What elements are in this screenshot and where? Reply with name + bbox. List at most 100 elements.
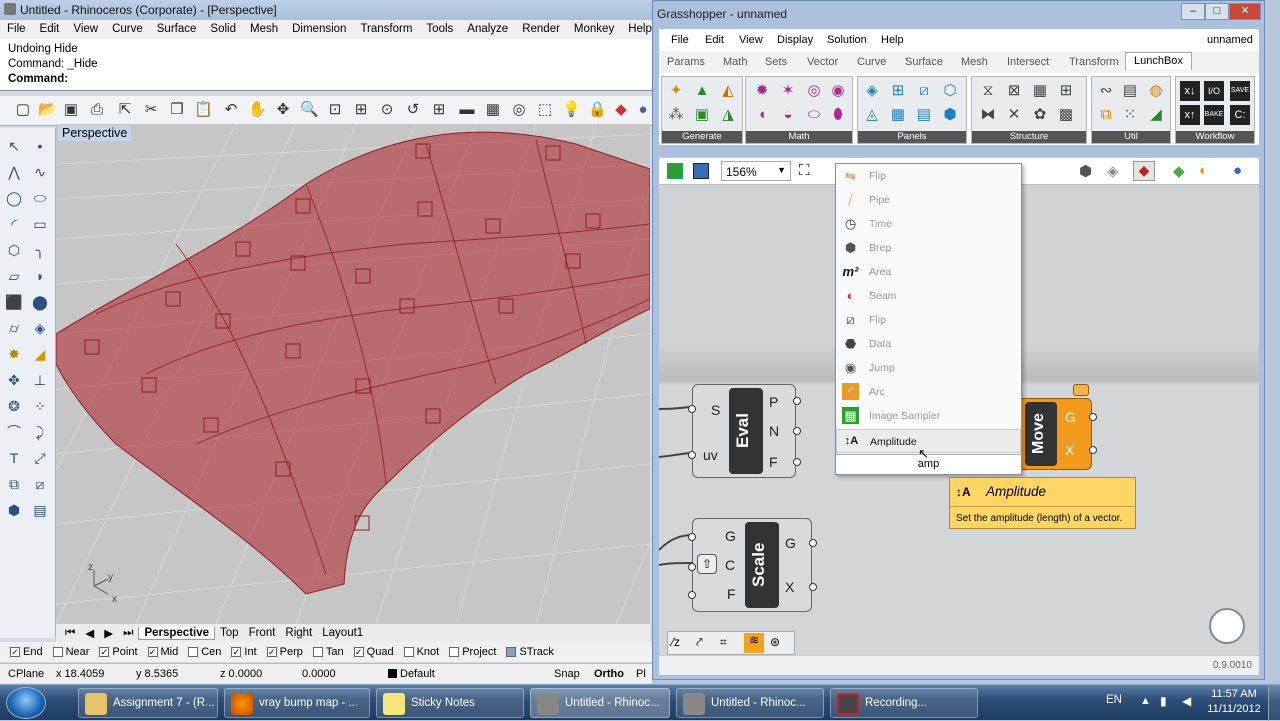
osnap-mid-checkbox[interactable]: ✓ <box>147 647 158 657</box>
diagrid-icon[interactable]: ⊠ <box>1004 81 1024 101</box>
sphere-icon[interactable]: ⬤ <box>30 292 50 312</box>
preview-wire-icon[interactable]: ◈ <box>1107 162 1119 180</box>
tab-vector[interactable]: Vector <box>807 56 838 68</box>
menu-mesh[interactable]: Mesh <box>243 20 285 39</box>
gh-menu-edit[interactable]: Edit <box>705 34 724 46</box>
diagonal-panel-icon[interactable]: ⧄ <box>914 81 934 101</box>
math-sun-icon[interactable]: ✹ <box>752 81 772 101</box>
car-icon[interactable]: ▬ <box>458 101 476 119</box>
box-icon[interactable]: ⬛ <box>4 292 24 312</box>
lock-icon[interactable]: 🔒 <box>588 101 607 119</box>
output-port[interactable] <box>793 458 801 466</box>
curve-icon[interactable]: ∿ <box>30 162 50 182</box>
structure-1-icon[interactable]: ⊞ <box>1056 81 1076 101</box>
snap-toggle[interactable]: Snap <box>554 668 580 680</box>
menu-dimension[interactable]: Dimension <box>285 20 353 39</box>
export-icon[interactable]: ⇱ <box>116 101 134 119</box>
c-drive-icon[interactable]: C: <box>1230 105 1250 125</box>
layout-icon[interactable]: ▤ <box>30 500 50 520</box>
search-result-item[interactable]: ⬢ Brep <box>836 236 1021 260</box>
gh-menu-solution[interactable]: Solution <box>827 34 867 46</box>
cube-icon[interactable]: ⬢ <box>4 500 24 520</box>
four-viewports-icon[interactable]: ⊞ <box>430 101 448 119</box>
red-surface[interactable] <box>56 131 650 595</box>
triangle-panel-icon[interactable]: ▲ <box>692 81 712 101</box>
zoom-extents-icon[interactable]: ⊞ <box>352 101 370 119</box>
cut-icon[interactable]: ✂ <box>142 101 160 119</box>
lattice-icon[interactable]: ⧓ <box>978 105 998 125</box>
clock-time[interactable]: 11:57 AM <box>1206 688 1262 700</box>
osnap-knot-checkbox[interactable] <box>403 647 414 657</box>
output-port[interactable] <box>1089 413 1097 421</box>
box-frame-icon[interactable]: ▣ <box>692 105 712 125</box>
taskbar-item[interactable]: Assignment 7 - (R... <box>78 688 218 718</box>
truss-icon[interactable]: ⧖ <box>978 81 998 101</box>
tab-transform[interactable]: Transform <box>1069 56 1119 68</box>
command-prompt[interactable]: Command: <box>8 72 644 87</box>
math-lens-icon[interactable]: ⬭ <box>804 105 824 125</box>
osnap-perp-checkbox[interactable]: ✓ <box>266 647 277 657</box>
excel-import-icon[interactable]: x↑ <box>1180 105 1200 125</box>
output-port[interactable] <box>1089 446 1097 454</box>
save-icon[interactable]: ▣ <box>62 101 80 119</box>
tab-surface[interactable]: Surface <box>905 56 943 68</box>
navigation-compass-icon[interactable] <box>1209 608 1245 644</box>
osnap-project-checkbox[interactable] <box>449 647 460 657</box>
tab-nav-next-icon[interactable]: ▶ <box>99 626 118 640</box>
structure-2-icon[interactable]: ▩ <box>1056 105 1076 125</box>
transform-icon[interactable]: ✸ <box>4 344 24 364</box>
osnap-cen-checkbox[interactable] <box>188 647 199 657</box>
analyze-icon[interactable]: ◢ <box>30 344 50 364</box>
planar-toggle[interactable]: Pl <box>636 668 646 680</box>
save-workflow-icon[interactable]: SAVE <box>1230 81 1250 101</box>
ellipse-icon[interactable]: ⬭ <box>30 188 50 208</box>
output-port[interactable] <box>793 397 801 405</box>
bake-icon[interactable]: BAKE <box>1204 105 1224 125</box>
tab-lunchbox[interactable]: LunchBox <box>1125 52 1192 70</box>
explode-icon[interactable]: ⤢ <box>30 448 50 468</box>
osnap-strack-checkbox[interactable] <box>506 647 517 657</box>
open-file-icon[interactable] <box>667 163 683 179</box>
scatter-util-icon[interactable]: ⁙ <box>1120 105 1140 125</box>
tab-top[interactable]: Top <box>215 627 244 639</box>
tab-perspective[interactable]: Perspective <box>138 626 216 640</box>
taskbar-item[interactable]: Recording... <box>830 688 978 718</box>
menu-surface[interactable]: Surface <box>150 20 204 39</box>
math-shell-icon[interactable]: ◒ <box>778 105 798 125</box>
tab-mesh[interactable]: Mesh <box>961 56 988 68</box>
grid-icon[interactable]: ▦ <box>484 101 502 119</box>
search-result-item[interactable]: m² Area <box>836 260 1021 284</box>
tab-sets[interactable]: Sets <box>765 56 787 68</box>
zoom-dropdown[interactable]: 156% ▼ <box>721 161 791 181</box>
prism-icon[interactable]: ◮ <box>718 105 738 125</box>
zoom-icon[interactable]: 🔍 <box>300 101 319 119</box>
diamond-panel-icon[interactable]: ◈ <box>862 81 882 101</box>
gh-menu-help[interactable]: Help <box>881 34 904 46</box>
polyline-icon[interactable]: ⋀ <box>4 162 24 182</box>
osnap-end-checkbox[interactable]: ✓ <box>10 647 20 657</box>
io-icon[interactable]: I/O <box>1204 81 1224 101</box>
quad-panel-icon[interactable]: ⊞ <box>888 81 908 101</box>
light-bulb-icon[interactable]: 💡 <box>562 101 581 119</box>
bars-util-icon[interactable]: ▤ <box>1120 81 1140 101</box>
search-result-item[interactable]: ⧄ Flip <box>836 308 1021 332</box>
scale-component[interactable]: ⇧ G C F Scale G X <box>688 518 817 612</box>
viewport-label[interactable]: Perspective <box>58 125 132 141</box>
tri-panel-icon[interactable]: ◬ <box>862 105 882 125</box>
cylinder-icon[interactable]: ⌭ <box>4 318 24 338</box>
array-icon[interactable]: ⁘ <box>30 396 50 416</box>
split-icon[interactable]: ⤸ <box>30 422 50 442</box>
select-arrow-icon[interactable]: ↖ <box>4 136 24 156</box>
search-result-item[interactable]: ◜ Arc <box>836 380 1021 404</box>
center-expression-icon[interactable]: ⇧ <box>697 554 717 574</box>
copy-icon[interactable]: ❐ <box>168 101 186 119</box>
volume-icon[interactable]: ◀ <box>1182 694 1191 708</box>
generate-tool-icon[interactable]: ✦ <box>666 81 686 101</box>
math-leaf-icon[interactable]: ◖ <box>752 105 772 125</box>
preview-mesh-icon[interactable]: ◆ <box>1173 162 1185 180</box>
boolean-icon[interactable]: ❂ <box>4 396 24 416</box>
input-port[interactable] <box>688 563 696 571</box>
mesh-icon[interactable]: ◈ <box>30 318 50 338</box>
preview-sphere-icon[interactable]: ● <box>1233 162 1242 179</box>
osnap-near-checkbox[interactable] <box>52 647 63 657</box>
